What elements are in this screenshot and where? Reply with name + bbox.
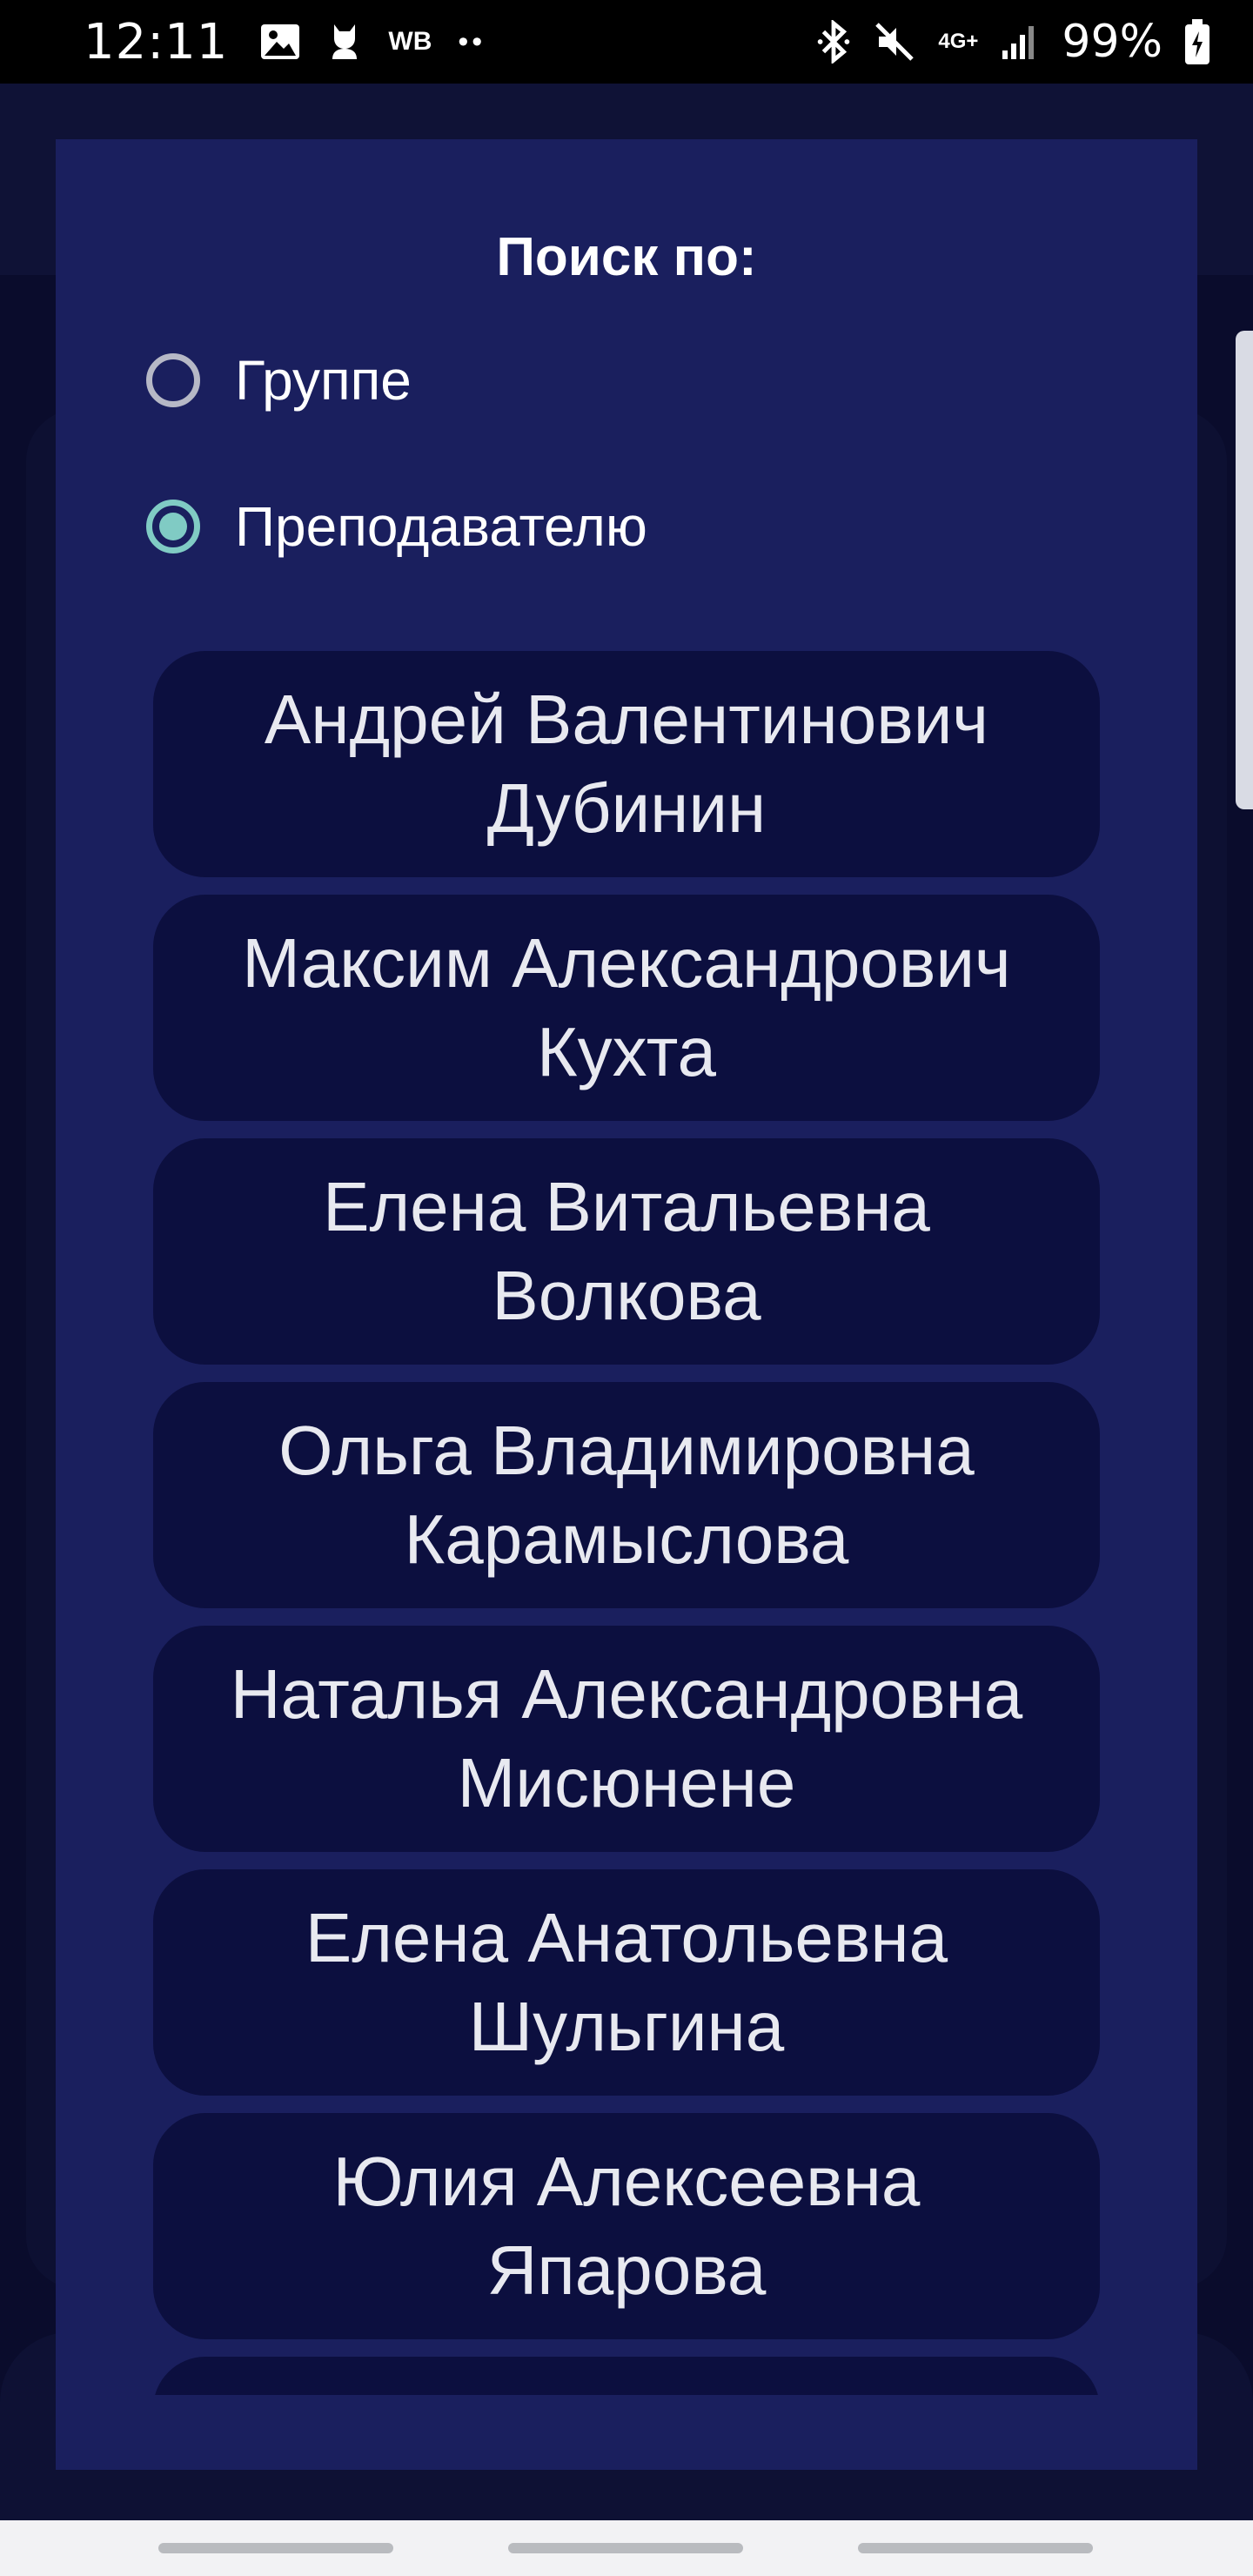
teacher-name-first: Наталья Александровна — [230, 1655, 1023, 1733]
image-icon — [261, 24, 300, 59]
teacher-name-first: Елена Витальевна — [323, 1168, 930, 1245]
mute-icon — [875, 23, 915, 61]
cat-icon — [332, 24, 358, 59]
carrier-badge: WB — [388, 27, 432, 56]
background-scrollbar — [1236, 331, 1253, 809]
teacher-name-first: Елена Анатольевна — [305, 1899, 948, 1976]
teacher-item[interactable]: Максим Александрович Кухта — [153, 895, 1100, 1121]
teacher-name-first: Юлия Алексеевна — [332, 2143, 921, 2220]
teacher-name-last: Кухта — [537, 1013, 716, 1090]
radio-button-unchecked[interactable] — [146, 353, 200, 407]
nav-recent-button[interactable] — [158, 2543, 393, 2553]
battery-level: 99% — [1062, 16, 1163, 68]
teacher-name-last: Дубинин — [486, 769, 767, 847]
radio-button-checked[interactable] — [146, 500, 200, 553]
network-type: 4G+ — [938, 30, 979, 53]
status-bar: 12:11 WB •• 4G+ 99% — [0, 0, 1253, 84]
radio-option-group[interactable]: Группе — [146, 348, 412, 413]
navigation-bar — [0, 2520, 1253, 2576]
bluetooth-icon — [818, 20, 850, 64]
nav-home-button[interactable] — [508, 2543, 743, 2553]
search-dialog: Поиск по: Группе Преподавателю Андрей Ва… — [56, 139, 1197, 2470]
teacher-item[interactable]: Наталья Александровна Мисюнене — [153, 1626, 1100, 1852]
teacher-item-partial[interactable] — [153, 2357, 1100, 2395]
teacher-item[interactable]: Елена Витальевна Волкова — [153, 1138, 1100, 1365]
teacher-name-last: Карамыслова — [404, 1500, 849, 1578]
more-notifications-icon: •• — [458, 24, 486, 58]
signal-icon — [1002, 26, 1035, 59]
screen: 12:11 WB •• 4G+ 99% Поиск по: Группе Пре… — [0, 0, 1253, 2576]
teacher-name-last: Волкова — [492, 1257, 761, 1334]
nav-back-button[interactable] — [858, 2543, 1093, 2553]
teacher-item[interactable]: Андрей Валентинович Дубинин — [153, 651, 1100, 877]
teacher-name-first: Андрей Валентинович — [264, 681, 989, 758]
radio-option-teacher[interactable]: Преподавателю — [146, 494, 647, 559]
teacher-name-last: Япарова — [486, 2231, 767, 2309]
teacher-name-last: Шульгина — [468, 1988, 785, 2065]
radio-checked-dot — [159, 513, 187, 540]
dialog-title: Поиск по: — [496, 227, 757, 287]
teacher-list[interactable]: Андрей Валентинович Дубинин Максим Алекс… — [153, 651, 1100, 2395]
teacher-name-first: Максим Александрович — [242, 924, 1011, 1002]
battery-icon — [1185, 19, 1209, 64]
teacher-item[interactable]: Ольга Владимировна Карамыслова — [153, 1382, 1100, 1608]
teacher-name-last: Мисюнене — [457, 1744, 796, 1821]
teacher-item[interactable]: Юлия Алексеевна Япарова — [153, 2113, 1100, 2339]
teacher-item[interactable]: Елена Анатольевна Шульгина — [153, 1869, 1100, 2096]
status-time: 12:11 — [84, 13, 229, 70]
radio-label-teacher: Преподавателю — [235, 495, 647, 558]
teacher-name-first: Ольга Владимировна — [278, 1412, 975, 1489]
radio-label-group: Группе — [235, 349, 412, 412]
